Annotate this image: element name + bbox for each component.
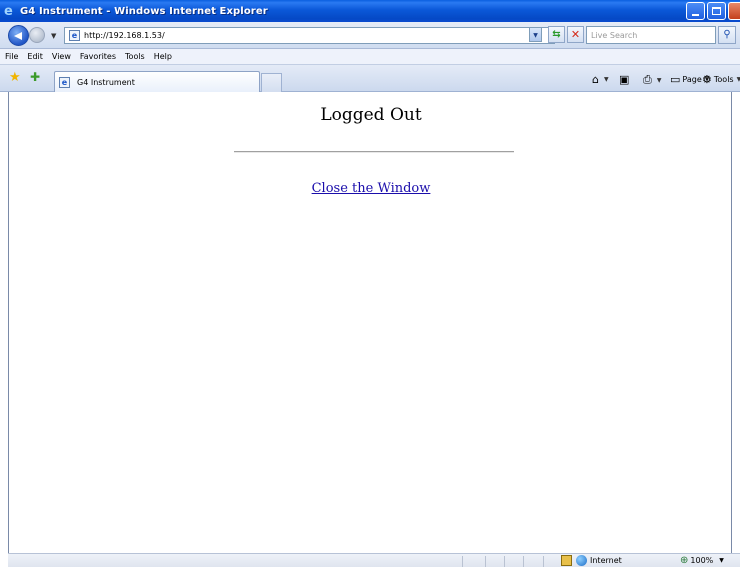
search-box[interactable] <box>586 26 716 44</box>
status-divider <box>504 556 505 567</box>
zoom-level: 100% <box>690 556 714 565</box>
favorites-star-icon[interactable]: ★ <box>9 71 21 84</box>
internet-explorer-icon: e <box>4 3 13 19</box>
menu-tools[interactable]: Tools <box>125 52 145 61</box>
menu-file[interactable]: File <box>5 52 18 61</box>
stop-button[interactable]: ✕ <box>567 26 584 43</box>
feeds-icon: ▣ <box>619 73 630 86</box>
title-bar[interactable]: e G4 Instrument - Windows Internet Explo… <box>0 0 740 22</box>
zoom-control[interactable]: ⊕ 100% ▼ <box>680 555 724 566</box>
address-dropdown-button[interactable]: ▼ <box>529 27 542 42</box>
security-zone[interactable]: Internet <box>561 555 622 566</box>
maximize-button[interactable] <box>707 2 726 20</box>
page-content: Logged Out Close the Window <box>8 92 732 553</box>
window-title: G4 Instrument - Windows Internet Explore… <box>20 5 268 17</box>
menu-bar: File Edit View Favorites Tools Help <box>0 49 740 65</box>
tools-menu-label: Tools <box>713 75 734 84</box>
search-button[interactable]: ⚲ <box>718 26 736 44</box>
navigation-bar: ▼ e http://192.168.1.53/ ▼ ⇆ ✕ ⚲ <box>0 22 740 49</box>
close-window-link[interactable]: Close the Window <box>312 181 431 196</box>
menu-favorites[interactable]: Favorites <box>80 52 116 61</box>
zone-label: Internet <box>590 556 622 565</box>
page-icon: e <box>69 30 80 41</box>
add-favorite-icon[interactable]: ✚ <box>30 71 40 84</box>
tab-bar: ★ ✚ e G4 Instrument ⌂ ▼ ▣ ⎙ ▼ ▭ Page ▼ ⚙ Tool… <box>0 65 740 92</box>
address-field[interactable]: e http://192.168.1.53/ <box>64 27 555 44</box>
refresh-icon: ⇆ <box>552 29 561 40</box>
stop-icon: ✕ <box>570 28 581 41</box>
status-divider <box>523 556 524 567</box>
search-input[interactable] <box>591 30 715 40</box>
close-window-button[interactable] <box>728 2 740 20</box>
zoom-icon: ⊕ <box>680 555 689 566</box>
menu-view[interactable]: View <box>52 52 71 61</box>
recent-pages-dropdown-icon[interactable]: ▼ <box>51 32 56 40</box>
home-icon: ⌂ <box>592 73 599 86</box>
protected-mode-icon <box>561 555 572 566</box>
tab-g4-instrument[interactable]: e G4 Instrument <box>54 71 260 92</box>
status-divider <box>543 556 544 567</box>
page-heading: Logged Out <box>320 105 422 125</box>
globe-icon <box>576 555 587 566</box>
page-menu-label: Page <box>682 75 702 84</box>
tab-page-icon: e <box>59 76 70 88</box>
status-divider <box>462 556 463 567</box>
horizontal-rule <box>234 151 514 153</box>
page-icon: ▭ <box>670 73 681 86</box>
forward-button[interactable] <box>29 27 45 43</box>
maximize-icon <box>712 7 721 15</box>
gear-icon: ⚙ <box>702 73 712 86</box>
menu-help[interactable]: Help <box>154 52 172 61</box>
status-bar: Internet ⊕ 100% ▼ <box>8 553 740 567</box>
chevron-down-icon: ▼ <box>656 76 662 84</box>
feeds-button[interactable]: ▣ <box>619 73 631 86</box>
chevron-down-icon: ▼ <box>603 76 609 83</box>
minimize-button[interactable] <box>686 2 705 20</box>
url-text[interactable]: http://192.168.1.53/ <box>84 31 165 40</box>
close-link-container: Close the Window <box>9 181 733 196</box>
tab-label: G4 Instrument <box>77 77 135 87</box>
status-divider <box>485 556 486 567</box>
tools-menu-button[interactable]: ⚙ Tools ▼ <box>702 73 740 86</box>
print-button[interactable]: ⎙ ▼ <box>643 73 661 87</box>
print-icon: ⎙ <box>643 73 652 86</box>
chevron-down-icon: ▼ <box>736 76 740 83</box>
new-tab-button[interactable] <box>261 73 282 92</box>
back-button[interactable] <box>8 25 29 46</box>
refresh-button[interactable]: ⇆ <box>548 26 565 43</box>
search-icon: ⚲ <box>723 29 731 40</box>
window-controls <box>686 2 740 20</box>
minimize-icon <box>692 14 699 16</box>
menu-edit[interactable]: Edit <box>27 52 43 61</box>
home-button[interactable]: ⌂ ▼ <box>592 73 609 86</box>
chevron-down-icon: ▼ <box>719 557 724 564</box>
